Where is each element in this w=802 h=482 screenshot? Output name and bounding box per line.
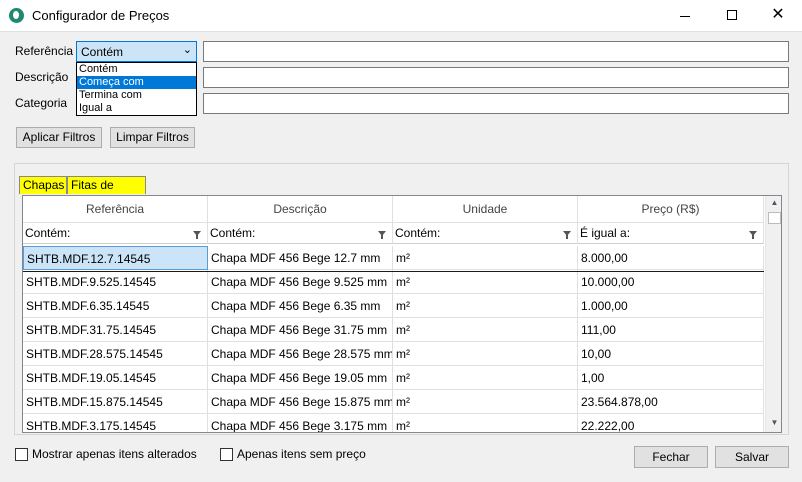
cell-unidade[interactable]: m² (393, 366, 578, 390)
filter-text: Contém: (395, 226, 441, 240)
minimize-icon (680, 16, 690, 17)
filter-cell-preco[interactable]: É igual a: (578, 223, 764, 244)
funnel-icon[interactable] (749, 231, 757, 239)
column-header-referencia[interactable]: Referência (23, 196, 208, 223)
tab-chapas[interactable]: Chapas (19, 176, 67, 194)
window-title: Configurador de Preços (32, 8, 170, 23)
filter-cell-unidade[interactable]: Contém: (393, 223, 578, 244)
only-changed-checkbox[interactable] (15, 448, 28, 461)
chevron-down-icon: ⌄ (182, 44, 192, 56)
cell-descricao[interactable]: Chapa MDF 456 Bege 3.175 mm (208, 414, 393, 432)
filter-text: É igual a: (580, 226, 631, 240)
tab-fitas-de-borda[interactable]: Fitas de borda (67, 176, 146, 208)
funnel-icon[interactable] (378, 231, 386, 239)
option-termina-com[interactable]: Termina com (77, 89, 196, 102)
cell-preco[interactable]: 8.000,00 (578, 246, 764, 270)
categoria-input[interactable] (203, 93, 789, 114)
table-row[interactable]: SHTB.MDF.31.75.14545 Chapa MDF 456 Bege … (23, 318, 764, 342)
cell-preco[interactable]: 111,00 (578, 318, 764, 342)
cell-preco[interactable]: 10,00 (578, 342, 764, 366)
vertical-scrollbar[interactable]: ▲ ▼ (765, 196, 781, 432)
cell-unidade[interactable]: m² (393, 270, 578, 294)
cell-referencia[interactable]: SHTB.MDF.15.875.14545 (23, 390, 208, 414)
table-row[interactable]: SHTB.MDF.9.525.14545 Chapa MDF 456 Bege … (23, 270, 764, 294)
scroll-up-icon[interactable]: ▲ (766, 196, 781, 210)
referencia-input[interactable] (203, 41, 789, 62)
cell-unidade[interactable]: m² (393, 246, 578, 270)
selected-row-border (23, 271, 764, 272)
clear-filters-button[interactable]: Limpar Filtros (110, 127, 195, 148)
cell-descricao[interactable]: Chapa MDF 456 Bege 12.7 mm (208, 246, 393, 270)
grid-body: SHTB.MDF.12.7.14545 Chapa MDF 456 Bege 1… (23, 246, 764, 432)
close-icon: ✕ (771, 6, 785, 23)
no-price-checkbox[interactable] (220, 448, 233, 461)
cell-referencia[interactable]: SHTB.MDF.6.35.14545 (23, 294, 208, 318)
cell-preco[interactable]: 10.000,00 (578, 270, 764, 294)
match-mode-combo[interactable]: Contém ⌄ (76, 41, 197, 62)
cell-descricao[interactable]: Chapa MDF 456 Bege 19.05 mm (208, 366, 393, 390)
close-button[interactable]: Fechar (634, 446, 708, 468)
descricao-input[interactable] (203, 67, 789, 88)
cell-unidade[interactable]: m² (393, 342, 578, 366)
option-igual-a[interactable]: Igual a (77, 102, 196, 115)
funnel-icon[interactable] (563, 231, 571, 239)
close-window-button[interactable]: ✕ (755, 0, 801, 32)
cell-referencia[interactable]: SHTB.MDF.28.575.14545 (23, 342, 208, 366)
filter-text: Contém: (25, 226, 71, 240)
cell-referencia[interactable]: SHTB.MDF.12.7.14545 (23, 246, 208, 270)
title-bar: Configurador de Preços ✕ (0, 0, 802, 32)
table-row[interactable]: SHTB.MDF.3.175.14545 Chapa MDF 456 Bege … (23, 414, 764, 432)
filter-text: Contém: (210, 226, 256, 240)
apply-filters-button[interactable]: Aplicar Filtros (16, 127, 102, 148)
maximize-button[interactable] (709, 0, 755, 32)
combo-value: Contém (81, 45, 124, 59)
match-mode-dropdown: Contém Começa com Termina com Igual a (76, 62, 197, 116)
save-button[interactable]: Salvar (715, 446, 789, 468)
cell-referencia[interactable]: SHTB.MDF.19.05.14545 (23, 366, 208, 390)
price-grid: Referência Descrição Unidade Preço (R$) … (22, 195, 782, 433)
only-changed-label: Mostrar apenas itens alterados (32, 447, 197, 461)
no-price-label: Apenas itens sem preço (237, 447, 366, 461)
filter-cell-referencia[interactable]: Contém: (23, 223, 208, 244)
funnel-icon[interactable] (193, 231, 201, 239)
filter-cell-descricao[interactable]: Contém: (208, 223, 393, 244)
table-row[interactable]: SHTB.MDF.15.875.14545 Chapa MDF 456 Bege… (23, 390, 764, 414)
cell-preco[interactable]: 1.000,00 (578, 294, 764, 318)
table-row[interactable]: SHTB.MDF.12.7.14545 Chapa MDF 456 Bege 1… (23, 246, 764, 270)
categoria-label: Categoria (15, 96, 68, 110)
column-header-preco[interactable]: Preço (R$) (578, 196, 764, 223)
table-row[interactable]: SHTB.MDF.28.575.14545 Chapa MDF 456 Bege… (23, 342, 764, 366)
cell-unidade[interactable]: m² (393, 294, 578, 318)
option-contem[interactable]: Contém (77, 63, 196, 76)
cell-unidade[interactable]: m² (393, 390, 578, 414)
cell-unidade[interactable]: m² (393, 318, 578, 342)
cell-descricao[interactable]: Chapa MDF 456 Bege 15.875 mm (208, 390, 393, 414)
cell-descricao[interactable]: Chapa MDF 456 Bege 9.525 mm (208, 270, 393, 294)
cell-referencia[interactable]: SHTB.MDF.9.525.14545 (23, 270, 208, 294)
cell-descricao[interactable]: Chapa MDF 456 Bege 6.35 mm (208, 294, 393, 318)
cell-preco[interactable]: 22.222,00 (578, 414, 764, 432)
table-row[interactable]: SHTB.MDF.6.35.14545 Chapa MDF 456 Bege 6… (23, 294, 764, 318)
column-header-unidade[interactable]: Unidade (393, 196, 578, 223)
cell-referencia[interactable]: SHTB.MDF.31.75.14545 (23, 318, 208, 342)
cell-referencia[interactable]: SHTB.MDF.3.175.14545 (23, 414, 208, 432)
maximize-icon (727, 10, 737, 20)
scroll-down-icon[interactable]: ▼ (766, 416, 781, 430)
cell-descricao[interactable]: Chapa MDF 456 Bege 31.75 mm (208, 318, 393, 342)
scroll-thumb[interactable] (768, 212, 781, 224)
descricao-label: Descrição (15, 70, 69, 84)
minimize-button[interactable] (662, 0, 708, 32)
option-comeca-com[interactable]: Começa com (77, 76, 196, 89)
column-header-descricao[interactable]: Descrição (208, 196, 393, 223)
cell-preco[interactable]: 23.564.878,00 (578, 390, 764, 414)
referencia-label: Referência (15, 44, 74, 58)
cell-descricao[interactable]: Chapa MDF 456 Bege 28.575 mm (208, 342, 393, 366)
cell-unidade[interactable]: m² (393, 414, 578, 432)
app-logo-icon (9, 8, 24, 23)
table-row[interactable]: SHTB.MDF.19.05.14545 Chapa MDF 456 Bege … (23, 366, 764, 390)
cell-preco[interactable]: 1,00 (578, 366, 764, 390)
